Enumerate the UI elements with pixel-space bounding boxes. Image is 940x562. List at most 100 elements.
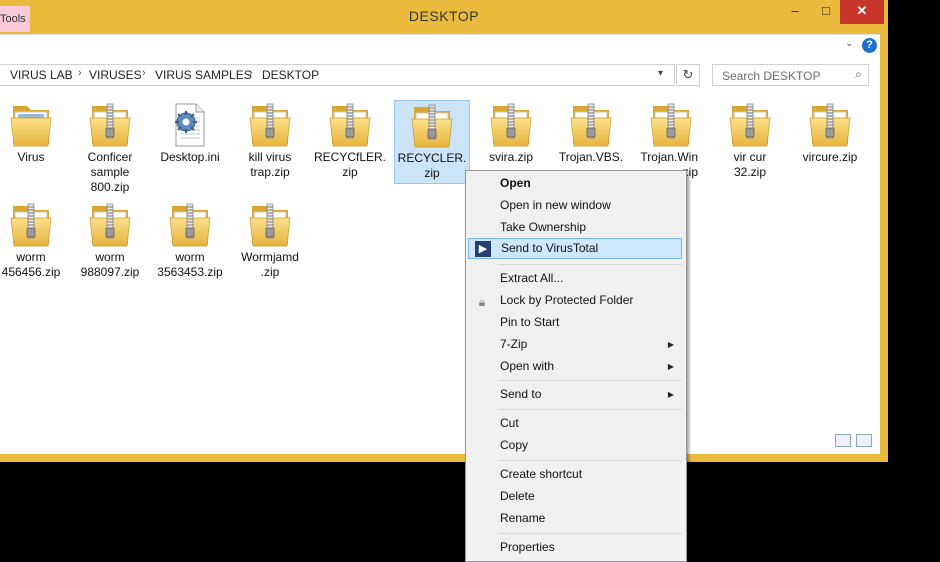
file-item[interactable]: svira.zip (474, 94, 548, 165)
file-item[interactable]: Desktop.ini (153, 94, 227, 165)
virustotal-icon: ▶ (475, 241, 491, 257)
refresh-button[interactable]: ↻ (676, 64, 700, 86)
breadcrumb-separator-icon[interactable]: › (78, 67, 82, 79)
menu-separator (498, 460, 682, 461)
menu-item-create-shortcut[interactable]: Create shortcut (468, 464, 682, 485)
submenu-arrow-icon: ▶ (667, 340, 674, 349)
address-dropdown-icon[interactable]: ▾ (658, 68, 663, 79)
file-item[interactable]: worm 988097.zip (73, 194, 147, 280)
zip-folder-icon (248, 100, 292, 148)
menu-item-copy[interactable]: Copy (468, 435, 682, 456)
file-name: svira.zip (488, 150, 533, 164)
menu-item-lock-folder[interactable]: 🔒︎ Lock by Protected Folder (468, 290, 682, 311)
breadcrumb-separator-icon[interactable]: › (249, 67, 253, 79)
window-title: DESKTOP (408, 8, 480, 24)
breadcrumb-desktop[interactable]: DESKTOP (262, 68, 319, 82)
breadcrumb-viruses[interactable]: VIRUSES (89, 68, 142, 82)
file-item[interactable]: kill virus trap.zip (233, 94, 307, 180)
zip-folder-icon (88, 100, 132, 148)
ribbon-expand-icon[interactable]: ⌄ (845, 38, 853, 49)
menu-item-label: Send to VirusTotal (501, 241, 599, 255)
menu-separator (498, 409, 682, 410)
file-name: worm 456456.zip (1, 250, 61, 279)
view-switcher (835, 434, 874, 450)
file-list-pane[interactable]: Virus Conficer sample 800.zip Desktop.in… (0, 94, 880, 454)
breadcrumb-separator-icon[interactable]: › (142, 67, 146, 79)
menu-item-label: 7-Zip (500, 337, 528, 351)
menu-item-pin-to-start[interactable]: Pin to Start (468, 312, 682, 333)
search-input[interactable] (720, 66, 854, 86)
file-name: Desktop.ini (160, 150, 220, 164)
menu-item-label: Send to (500, 387, 542, 401)
submenu-arrow-icon: ▶ (667, 362, 674, 371)
file-item[interactable]: Conficer sample 800.zip (73, 94, 147, 195)
zip-folder-icon (9, 200, 53, 248)
maximize-button[interactable]: □ (812, 0, 840, 24)
file-name: RECYCfLER. zip (313, 150, 387, 179)
zip-folder-icon (88, 200, 132, 248)
file-name: Virus (17, 150, 45, 164)
menu-separator (498, 533, 682, 534)
large-icons-view-icon[interactable] (856, 434, 873, 447)
file-item[interactable]: worm 3563453.zip (153, 194, 227, 280)
title-bar: Tools DESKTOP – □ ✕ (0, 0, 888, 34)
file-item[interactable]: RECYCfLER. zip (313, 94, 387, 180)
file-item[interactable]: Trojan.VBS. (554, 94, 628, 165)
menu-item-send-to-virustotal[interactable]: ▶ Send to VirusTotal (468, 238, 682, 259)
file-name: RECYCLER. zip (397, 151, 467, 180)
navigation-bar: VIRUS LAB › VIRUSES › VIRUS SAMPLES › DE… (0, 56, 880, 94)
close-button[interactable]: ✕ (840, 0, 884, 24)
file-name: kill virus trap.zip (248, 150, 292, 179)
file-item-virus[interactable]: Virus (0, 94, 68, 165)
breadcrumb-virus-samples[interactable]: VIRUS SAMPLES (155, 68, 252, 82)
menu-item-rename[interactable]: Rename (468, 508, 682, 529)
menu-item-open-new-window[interactable]: Open in new window (468, 195, 682, 216)
file-item[interactable]: Trojan.Win zip (634, 94, 708, 180)
folder-icon (9, 100, 53, 148)
menu-item-open[interactable]: Open (468, 173, 682, 194)
zip-folder-icon (410, 101, 454, 149)
settings-file-icon (168, 100, 212, 148)
file-item[interactable]: worm 456456.zip (0, 194, 68, 280)
zip-folder-icon (248, 200, 292, 248)
help-icon[interactable]: ? (862, 38, 877, 53)
menu-item-cut[interactable]: Cut (468, 413, 682, 434)
zip-folder-icon (808, 100, 852, 148)
file-item[interactable]: vir cur 32.zip (713, 94, 787, 180)
search-box[interactable]: ⌕ (712, 64, 869, 86)
file-name: Conficer sample 800.zip (87, 150, 133, 194)
zip-folder-icon (649, 100, 693, 148)
zip-folder-icon (489, 100, 533, 148)
file-name: worm 3563453.zip (157, 250, 223, 279)
file-name: Trojan.VBS. (558, 150, 624, 164)
file-item[interactable]: Wormjamd .zip (233, 194, 307, 280)
explorer-window: Tools DESKTOP – □ ✕ ⌄ ? VIRUS LAB › VIRU… (0, 0, 888, 462)
menu-separator (498, 380, 682, 381)
zip-folder-icon (728, 100, 772, 148)
address-bar[interactable]: VIRUS LAB › VIRUSES › VIRUS SAMPLES › DE… (0, 64, 675, 86)
menu-item-send-to[interactable]: Send to ▶ (468, 384, 682, 405)
search-icon[interactable]: ⌕ (855, 67, 862, 82)
ribbon-bar: ⌄ ? (0, 34, 880, 57)
menu-item-open-with[interactable]: Open with ▶ (468, 356, 682, 377)
minimize-button[interactable]: – (780, 0, 810, 24)
menu-item-take-ownership[interactable]: Take Ownership (468, 217, 682, 238)
menu-item-label: Open with (500, 359, 555, 373)
file-name: vir cur 32.zip (733, 150, 767, 179)
file-name: worm 988097.zip (80, 250, 140, 279)
file-item[interactable]: vircure.zip (793, 94, 867, 165)
details-view-icon[interactable] (835, 434, 851, 447)
submenu-arrow-icon: ▶ (667, 390, 674, 399)
zip-folder-icon (569, 100, 613, 148)
menu-item-label: Lock by Protected Folder (500, 293, 634, 307)
file-item-selected[interactable]: RECYCLER. zip (394, 100, 470, 184)
menu-separator (498, 264, 682, 265)
menu-item-properties[interactable]: Properties (468, 537, 682, 558)
menu-item-extract-all[interactable]: Extract All... (468, 268, 682, 289)
breadcrumb-virus-lab[interactable]: VIRUS LAB (10, 68, 73, 82)
menu-item-7zip[interactable]: 7-Zip ▶ (468, 334, 682, 355)
file-name: Wormjamd .zip (241, 250, 299, 279)
file-name: vircure.zip (802, 150, 858, 164)
zip-folder-icon (168, 200, 212, 248)
menu-item-delete[interactable]: Delete (468, 486, 682, 507)
